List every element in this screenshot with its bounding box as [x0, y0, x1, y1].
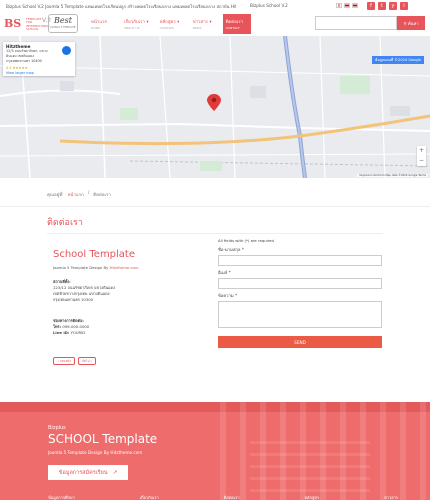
footer-subtitle: Bizplus — [48, 425, 66, 431]
phone-label: โทร: — [53, 324, 62, 329]
required-note: All fields with (*) are required — [218, 238, 274, 243]
top-bar-text: Bizplus School V.2 Joomla 5 Template แทม… — [6, 3, 236, 9]
english-flag-icon[interactable] — [336, 3, 342, 8]
twitter-icon[interactable]: t — [378, 2, 386, 10]
map-info-card: Hitztheme 12/3 ถนนรัชดาภิเษก, แขวงดินแดง… — [3, 42, 75, 76]
facebook-icon[interactable]: f — [367, 2, 375, 10]
send-button[interactable]: SEND — [218, 336, 382, 348]
breadcrumb-separator: / — [87, 191, 90, 196]
breadcrumb-home-link[interactable]: หน้าแรก — [68, 191, 84, 198]
divider — [0, 206, 430, 207]
address-block: สถานที่ตั้ง: 123/12 ถนนรัชดาภิเษก แขวงดิ… — [53, 279, 115, 303]
badge-main-text: Best — [54, 16, 72, 25]
map-place-address: 12/3 ถนนรัชดาภิเษก, แขวงดินแดง เขตดินแดง… — [6, 49, 48, 63]
name-field[interactable] — [218, 255, 382, 266]
search-button-label: ค้นหา — [407, 20, 419, 26]
breadcrumb: คุณอยู่ที่: หน้าแรก / ติดต่อเรา — [47, 191, 111, 198]
message-field[interactable] — [218, 301, 382, 328]
thai-flag-icon[interactable] — [344, 3, 350, 8]
apply-info-button[interactable]: ข้อมูลการสมัครเรียน ↗ — [48, 465, 128, 480]
thai-flag-icon-2[interactable] — [352, 3, 358, 8]
address-line: กรุงเทพมหานคร 10300 — [53, 297, 94, 302]
map-zoom-control[interactable]: + − — [417, 146, 426, 166]
email-field[interactable] — [218, 278, 382, 289]
search-box: ⚲ ค้นหา — [315, 16, 425, 30]
nav-item-home[interactable]: หน้าแรก HOME — [88, 14, 116, 34]
social-links: f t y i — [367, 2, 408, 10]
line-id-value: YOURID — [70, 330, 86, 335]
nav-sublabel: HOME — [91, 26, 101, 30]
apply-info-label: ข้อมูลการสมัครเรียน — [58, 469, 108, 476]
site-header: BS TEMPLATE FOR INTERNATIONAL SCHOOL V.2… — [0, 12, 430, 36]
nav-sublabel: ABOUT US — [124, 26, 140, 30]
line-id-line: Line ID: YOURID — [53, 330, 89, 336]
line-id-label: Line ID: — [53, 330, 70, 335]
school-title: School Template — [53, 249, 136, 260]
message-label: ข้อความ * — [218, 293, 238, 298]
footer-title: SCHOOL Template — [48, 432, 158, 446]
nav-sublabel: NEWS — [192, 26, 202, 30]
main-nav: หน้าแรก HOME เกี่ยวกับเรา ▾ ABOUT US หลั… — [88, 14, 256, 34]
map-rating: 4.5 ★★★★★ — [6, 66, 28, 70]
instagram-icon[interactable]: i — [400, 2, 408, 10]
pagination: « ก่อนหน้า ถัดไป » — [53, 357, 97, 365]
zoom-in-icon[interactable]: + — [417, 146, 426, 156]
page-title: ติดต่อเรา — [47, 218, 83, 228]
best-template-badge: Best JOOMLA 5 TEMPLATE — [48, 14, 78, 33]
search-input[interactable] — [315, 16, 397, 30]
site-logo[interactable]: BS TEMPLATE FOR INTERNATIONAL SCHOOL V.2 — [4, 16, 51, 33]
directions-icon[interactable] — [62, 46, 71, 55]
breadcrumb-current: ติดต่อเรา — [93, 193, 111, 198]
zoom-out-icon[interactable]: − — [417, 156, 426, 166]
building-windows — [250, 432, 370, 492]
byline-prefix: Joomla 5 Template Design By — [53, 265, 109, 270]
map-attribution: Keyboard shortcuts Map data ©2024 Google… — [357, 174, 428, 177]
footer-byline-link[interactable]: Hitztheme.com — [110, 450, 142, 455]
location-map[interactable]: Hitztheme 12/3 ถนนรัชดาภิเษก, แขวงดินแดง… — [0, 36, 430, 178]
contact-form: All fields with (*) are required ชื่อ-นา… — [218, 238, 383, 328]
school-byline: Joomla 5 Template Design By Hitztheme.co… — [53, 265, 139, 270]
nav-item-news[interactable]: ข่าวสาร ▾ NEWS — [190, 14, 218, 34]
logo-text: TEMPLATE FOR INTERNATIONAL SCHOOL — [26, 17, 51, 32]
email-label: อีเมล์ * — [218, 270, 231, 275]
badge-sub-text: JOOMLA 5 TEMPLATE — [50, 26, 76, 29]
external-link-icon: ↗ — [112, 469, 118, 476]
logo-mark: BS — [4, 17, 22, 30]
nav-label: หลักสูตร ▾ — [159, 20, 180, 25]
footer-byline-prefix: Joomla 5 Template Design By — [48, 450, 110, 455]
nav-item-about[interactable]: เกี่ยวกับเรา ▾ ABOUT US — [121, 14, 152, 34]
nav-item-contact[interactable]: ติดต่อเรา CONTACT — [222, 14, 251, 34]
nav-item-courses[interactable]: หลักสูตร ▾ COURSES — [157, 14, 185, 34]
breadcrumb-prefix: คุณอยู่ที่: — [47, 193, 64, 198]
nav-sublabel: COURSES — [159, 26, 175, 30]
view-larger-map-link[interactable]: View larger map — [6, 71, 72, 75]
youtube-icon[interactable]: y — [389, 2, 397, 10]
name-label: ชื่อ-นามสกุล * — [218, 247, 244, 252]
contact-block: ช่องทางการติดต่อ: โทร: 099-000-0000 Line… — [53, 318, 89, 336]
nav-label: หน้าแรก — [91, 20, 108, 25]
language-switcher — [336, 3, 358, 8]
nav-label: ติดต่อเรา — [225, 20, 244, 25]
map-notice: ข้อมูลแผนที่ ©2024 Google — [371, 56, 424, 64]
footer-byline: Joomla 5 Template Design By Hitztheme.co… — [48, 450, 142, 455]
nav-label: เกี่ยวกับเรา ▾ — [124, 20, 149, 25]
prev-button[interactable]: « ก่อนหน้า — [53, 357, 76, 365]
byline-link[interactable]: Hitztheme.com — [110, 265, 139, 270]
next-button[interactable]: ถัดไป » — [78, 357, 97, 365]
top-bar-center-text: Bizplus School V.2 — [250, 3, 288, 8]
nav-sublabel: CONTACT — [225, 26, 240, 30]
search-button[interactable]: ⚲ ค้นหา — [397, 16, 425, 30]
divider — [47, 233, 383, 234]
phone-value: 099-000-0000 — [62, 324, 90, 329]
nav-label: ข่าวสาร ▾ — [192, 20, 212, 25]
